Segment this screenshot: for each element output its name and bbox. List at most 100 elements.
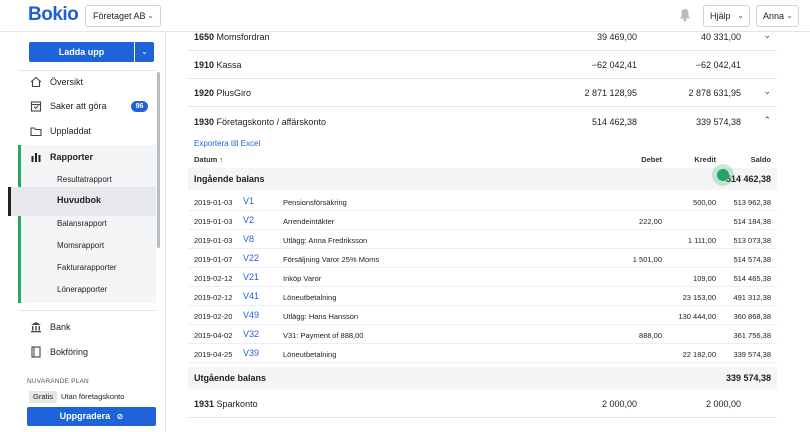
tx-kredit: 1 111,00 — [687, 236, 716, 245]
sidebar-subitem-huvudbok[interactable]: Huvudbok — [8, 187, 156, 216]
plan-description: Utan företagskonto — [61, 392, 125, 401]
external-link-icon: ⊘ — [116, 412, 124, 421]
account-closing-value: 40 331,00 — [700, 32, 741, 42]
transaction-row[interactable]: 2019-01-07 V22 Försäljning Varor 25% Mom… — [188, 249, 777, 268]
account-row[interactable]: 1920 PlusGiro 2 871 128,95 2 878 631,95 … — [188, 80, 777, 107]
notification-bell-icon[interactable] — [679, 8, 691, 22]
tx-kredit: 130 444,00 — [678, 312, 716, 321]
bokio-logo[interactable]: Bokio — [28, 4, 79, 26]
account-row[interactable]: 1650 Momsfordran 39 469,00 40 331,00 ⌄ — [188, 32, 777, 51]
column-header-saldo: Saldo — [750, 155, 771, 164]
sidebar-scrollbar[interactable] — [157, 72, 160, 248]
help-label: Hjälp — [710, 11, 731, 21]
transaction-row[interactable]: 2019-01-03 V2 Arrendeintäkter 222,00 514… — [188, 211, 777, 230]
tx-verification-link[interactable]: V49 — [243, 310, 259, 320]
transaction-row[interactable]: 2019-02-20 V49 Utlägg: Hans Hansson 130 … — [188, 306, 777, 325]
top-bar: Bokio Företaget AB ⌄ Hjälp ⌄ Anna ⌄ — [0, 0, 810, 32]
upgrade-label: Uppgradera — [59, 411, 111, 421]
transaction-row[interactable]: 2019-01-03 V1 Pensionsförsäkring 500,00 … — [188, 192, 777, 211]
upgrade-button[interactable]: Uppgradera ⊘ — [27, 407, 156, 426]
account-closing-value: −62 042,41 — [695, 60, 741, 70]
sidebar-item-label: Bank — [50, 322, 71, 332]
chevron-down-icon[interactable]: ⌄ — [763, 86, 771, 97]
closing-balance-label: Utgående balans — [194, 373, 267, 383]
chevron-down-icon: ⌄ — [147, 11, 154, 20]
transaction-row[interactable]: 2019-04-02 V32 V31: Payment of 888,00 88… — [188, 325, 777, 344]
tx-date: 2019-04-25 — [194, 350, 233, 359]
account-number: 1920 — [194, 88, 215, 98]
tx-verification-link[interactable]: V22 — [243, 253, 259, 263]
main-content: 1650 Momsfordran 39 469,00 40 331,00 ⌄ 1… — [166, 32, 810, 432]
column-header-datum[interactable]: Datum ↑ — [194, 155, 223, 164]
account-row[interactable]: 1910 Kassa −62 042,41 −62 042,41 — [188, 52, 777, 79]
sidebar-subitem-label: Huvudbok — [57, 195, 101, 205]
tx-saldo: 513 073,38 — [733, 236, 771, 245]
cursor-indicator — [712, 164, 734, 186]
company-select[interactable]: Företaget AB ⌄ — [85, 5, 161, 27]
tx-verification-link[interactable]: V21 — [243, 272, 259, 282]
transaction-row[interactable]: 2019-04-25 V39 Löneutbetalning 22 182,00… — [188, 344, 777, 363]
tx-description: Pensionsförsäkring — [283, 198, 347, 207]
tx-description: Löneutbetalning — [283, 350, 337, 359]
chevron-down-icon[interactable]: ⌄ — [763, 32, 771, 41]
tx-verification-link[interactable]: V39 — [243, 348, 259, 358]
tx-verification-link[interactable]: V1 — [243, 196, 254, 206]
account-number: 1650 — [194, 32, 215, 42]
sidebar-subitem-momsrapport[interactable]: Momsrapport — [57, 241, 104, 250]
transaction-row[interactable]: 2019-02-12 V21 Inköp Varor 109,00 514 46… — [188, 268, 777, 287]
account-opening-value: 39 469,00 — [596, 32, 637, 42]
tx-saldo: 514 465,38 — [733, 274, 771, 283]
sidebar-subitem-balansrapport[interactable]: Balansrapport — [57, 219, 107, 228]
account-opening-value: −62 042,41 — [591, 60, 637, 70]
chevron-down-icon: ⌄ — [737, 11, 744, 20]
opening-balance-row: Ingående balans 514 462,38 — [188, 168, 777, 190]
transaction-row[interactable]: 2019-01-03 V8 Utlägg: Anna Fredriksson 1… — [188, 230, 777, 249]
sidebar-item-label: Rapporter — [50, 152, 94, 162]
sidebar: Ladda upp ⌄ Översikt Saker att göra 96 U… — [0, 32, 166, 432]
sidebar-subitem-lonerapporter[interactable]: Lönerapporter — [57, 285, 107, 294]
tx-description: Arrendeintäkter — [283, 217, 335, 226]
sidebar-subitem-resultatrapport[interactable]: Resultatrapport — [57, 175, 112, 184]
tx-saldo: 513 962,38 — [733, 198, 771, 207]
home-icon — [30, 76, 42, 88]
export-excel-link[interactable]: Exportera till Excel — [194, 139, 260, 148]
tx-saldo: 360 868,38 — [733, 312, 771, 321]
tx-description: Utlägg: Anna Fredriksson — [283, 236, 368, 245]
tx-date: 2019-01-07 — [194, 255, 233, 264]
tx-saldo: 339 574,38 — [733, 350, 771, 359]
calendar-check-icon — [30, 101, 42, 112]
column-header-kredit: Kredit — [694, 155, 716, 164]
company-name: Företaget AB — [93, 11, 146, 21]
sidebar-item-label: Saker att göra — [50, 101, 107, 111]
tx-verification-link[interactable]: V41 — [243, 291, 259, 301]
transaction-row[interactable]: 2019-02-12 V41 Löneutbetalning 23 153,00… — [188, 287, 777, 306]
tx-description: Utlägg: Hans Hansson — [283, 312, 359, 321]
user-name: Anna — [763, 11, 785, 21]
help-select[interactable]: Hjälp ⌄ — [703, 5, 750, 27]
closing-balance-row: Utgående balans 339 574,38 — [188, 367, 777, 389]
sidebar-subitem-fakturarapporter[interactable]: Fakturarapporter — [57, 263, 117, 272]
tx-date: 2019-01-03 — [194, 198, 233, 207]
account-opening-value: 2 000,00 — [601, 399, 637, 409]
tx-debet: 888,00 — [639, 331, 662, 340]
tx-saldo: 514 574,38 — [733, 255, 771, 264]
tx-date: 2019-02-20 — [194, 312, 233, 321]
divider — [18, 70, 156, 71]
tx-debet: 1 501,00 — [632, 255, 662, 264]
account-name: Kassa — [216, 60, 242, 70]
sidebar-item-label: Bokföring — [50, 347, 89, 357]
upload-button[interactable]: Ladda upp — [29, 42, 134, 62]
upload-options-button[interactable]: ⌄ — [135, 42, 154, 62]
tx-verification-link[interactable]: V32 — [243, 329, 259, 339]
tx-saldo: 491 312,38 — [733, 293, 771, 302]
tx-debet: 222,00 — [639, 217, 662, 226]
todo-count-badge: 96 — [131, 101, 148, 112]
tx-verification-link[interactable]: V8 — [243, 234, 254, 244]
account-row[interactable]: 1931 Sparkonto 2 000,00 2 000,00 — [188, 391, 777, 418]
plan-tag: Gratis — [29, 391, 58, 403]
tx-description: Löneutbetalning — [283, 293, 337, 302]
account-opening-value: 2 871 128,95 — [584, 88, 637, 98]
tx-verification-link[interactable]: V2 — [243, 215, 254, 225]
user-menu[interactable]: Anna ⌄ — [756, 5, 799, 27]
folder-icon — [30, 127, 42, 137]
